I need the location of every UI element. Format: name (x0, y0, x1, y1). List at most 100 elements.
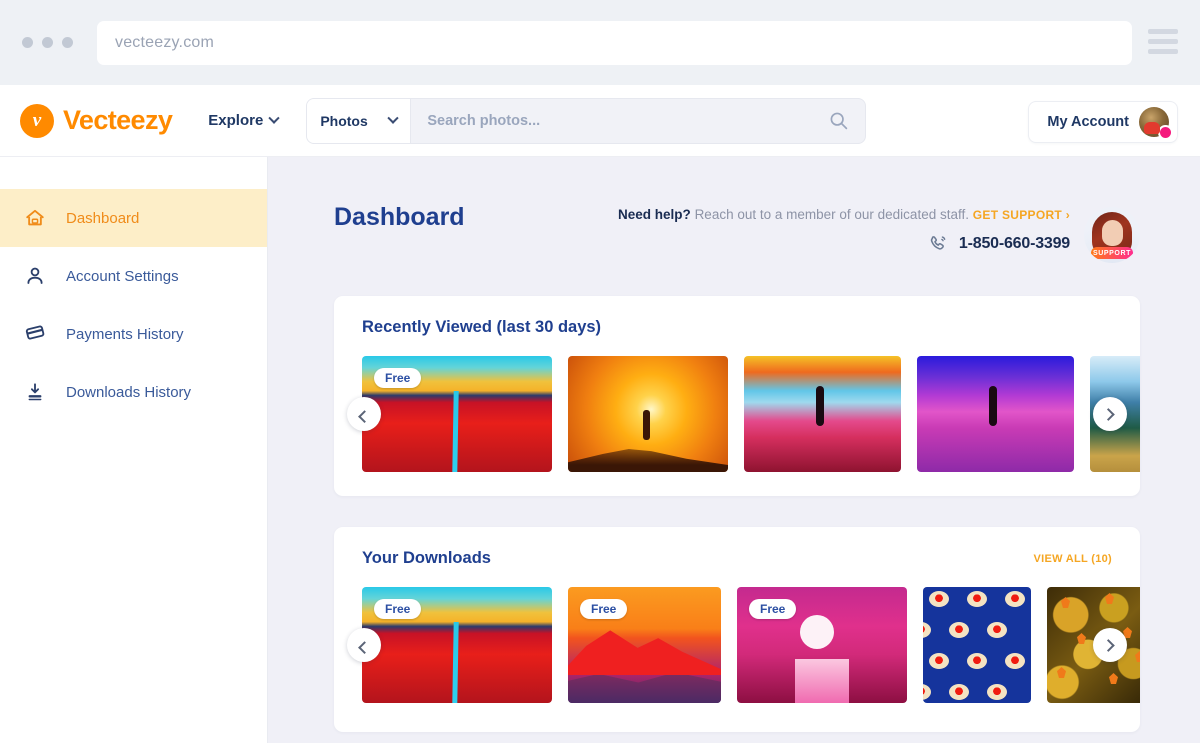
home-icon (22, 205, 48, 231)
leaf-motif (1057, 667, 1066, 678)
help-text: Reach out to a member of our dedicated s… (694, 207, 969, 222)
thumbnail[interactable]: Free (568, 587, 721, 703)
support-agent-avatar: SUPPORT (1084, 207, 1140, 263)
window-controls[interactable] (22, 37, 73, 48)
foreground-hills (568, 672, 721, 703)
view-all-link[interactable]: VIEW ALL (10) (1034, 553, 1112, 565)
sidebar-item-dashboard[interactable]: Dashboard (0, 189, 267, 247)
section-title: Your Downloads (362, 549, 491, 567)
support-phone[interactable]: 1-850-660-3399 (959, 235, 1070, 253)
sidebar: Dashboard Account Settings Payments Hist… (0, 157, 268, 743)
page-title: Dashboard (334, 203, 465, 231)
person-icon (22, 263, 48, 289)
search-icon[interactable] (828, 110, 849, 131)
recently-viewed-items: Free (362, 356, 1140, 472)
my-account-button[interactable]: My Account (1028, 101, 1178, 143)
explore-label: Explore (208, 112, 264, 129)
carousel-prev-button[interactable] (347, 628, 381, 662)
figure-silhouette (643, 409, 651, 440)
thumbnail-art (744, 356, 901, 472)
thumbnail[interactable] (744, 356, 901, 472)
flower-motif (929, 653, 949, 669)
vecteezy-logo[interactable]: v Vecteezy (20, 103, 173, 138)
window-dot-maximize[interactable] (62, 37, 73, 48)
get-support-link[interactable]: GET SUPPORT › (973, 208, 1070, 222)
flower-motif (1005, 591, 1025, 607)
thumbnail-art (568, 356, 728, 472)
window-dot-close[interactable] (22, 37, 33, 48)
chevron-right-icon (1101, 638, 1115, 652)
free-badge: Free (374, 368, 422, 388)
my-account-label: My Account (1047, 114, 1129, 130)
flower-motif (949, 684, 969, 700)
thumbnail[interactable]: Free (362, 587, 552, 703)
help-line: Need help? Reach out to a member of our … (618, 207, 1070, 222)
flower-motif (1005, 653, 1025, 669)
vecteezy-bird-icon: v (20, 103, 54, 138)
your-downloads-header: Your Downloads VIEW ALL (10) (334, 549, 1140, 568)
logo-text: Vecteezy (63, 105, 173, 135)
sidebar-item-account-settings[interactable]: Account Settings (0, 247, 267, 305)
figure-silhouette (816, 386, 825, 427)
thumbnail-art (923, 587, 1031, 703)
search-group: Photos Search photos... (306, 97, 867, 144)
category-label: Photos (320, 112, 368, 129)
url-bar[interactable]: vecteezy.com (97, 20, 1132, 65)
search-input[interactable]: Search photos... (411, 99, 865, 143)
flower-motif (923, 684, 931, 700)
thumbnail-art (917, 356, 1074, 472)
flower-motif (987, 684, 1007, 700)
leaf-motif (1061, 597, 1070, 608)
your-downloads-card: Your Downloads VIEW ALL (10) Free Free Fre… (334, 527, 1140, 732)
thumbnail[interactable] (568, 356, 728, 472)
browser-chrome: vecteezy.com (0, 0, 1200, 85)
site-header: v Vecteezy Explore Photos Search photos.… (0, 85, 1200, 157)
window-dot-minimize[interactable] (42, 37, 53, 48)
phone-icon (930, 236, 946, 250)
category-select[interactable]: Photos (307, 98, 412, 143)
help-phone-row: 1-850-660-3399 (618, 233, 1070, 255)
chevron-down-icon (387, 112, 399, 124)
leaf-motif (1105, 593, 1114, 604)
help-text-column: Need help? Reach out to a member of our … (618, 207, 1070, 255)
flower-motif (923, 622, 931, 638)
carousel-next-button[interactable] (1093, 628, 1127, 662)
carousel-prev-button[interactable] (347, 397, 381, 431)
search-placeholder: Search photos... (427, 112, 541, 129)
hamburger-icon[interactable] (1148, 29, 1178, 54)
sidebar-item-payments-history[interactable]: Payments History (0, 305, 267, 363)
page-header: Dashboard Need help? Reach out to a memb… (268, 157, 1200, 263)
section-title: Recently Viewed (last 30 days) (362, 318, 602, 336)
sidebar-item-label: Downloads History (66, 383, 192, 401)
carousel-next-button[interactable] (1093, 397, 1127, 431)
recently-viewed-header: Recently Viewed (last 30 days) (334, 318, 1140, 337)
sidebar-item-label: Payments History (66, 325, 184, 343)
sidebar-item-label: Account Settings (66, 267, 179, 285)
flower-motif (949, 622, 969, 638)
chevron-left-icon (357, 640, 371, 654)
flower-motif (929, 591, 949, 607)
chevron-right-icon (1101, 407, 1115, 421)
thumbnail[interactable]: Free (737, 587, 907, 703)
downloads-items: Free Free Free (362, 587, 1140, 703)
thumbnail[interactable]: Free (362, 356, 552, 472)
free-badge: Free (749, 599, 797, 619)
flower-motif (967, 591, 987, 607)
downloads-carousel: Free Free Free (334, 587, 1140, 703)
lake-shape (794, 658, 850, 703)
figure-silhouette (989, 386, 998, 427)
help-block: Need help? Reach out to a member of our … (618, 203, 1140, 263)
free-badge: Free (580, 599, 628, 619)
url-text: vecteezy.com (115, 33, 215, 51)
main-content: Dashboard Need help? Reach out to a memb… (268, 157, 1200, 743)
thumbnail[interactable] (923, 587, 1031, 703)
flower-motif (967, 653, 987, 669)
sidebar-item-label: Dashboard (66, 209, 140, 227)
free-badge: Free (374, 599, 422, 619)
explore-menu[interactable]: Explore (208, 112, 280, 129)
sidebar-item-downloads-history[interactable]: Downloads History (0, 363, 267, 421)
flower-motif (987, 622, 1007, 638)
leaf-motif (1109, 673, 1118, 684)
sun-shape (799, 614, 834, 649)
thumbnail[interactable] (917, 356, 1074, 472)
